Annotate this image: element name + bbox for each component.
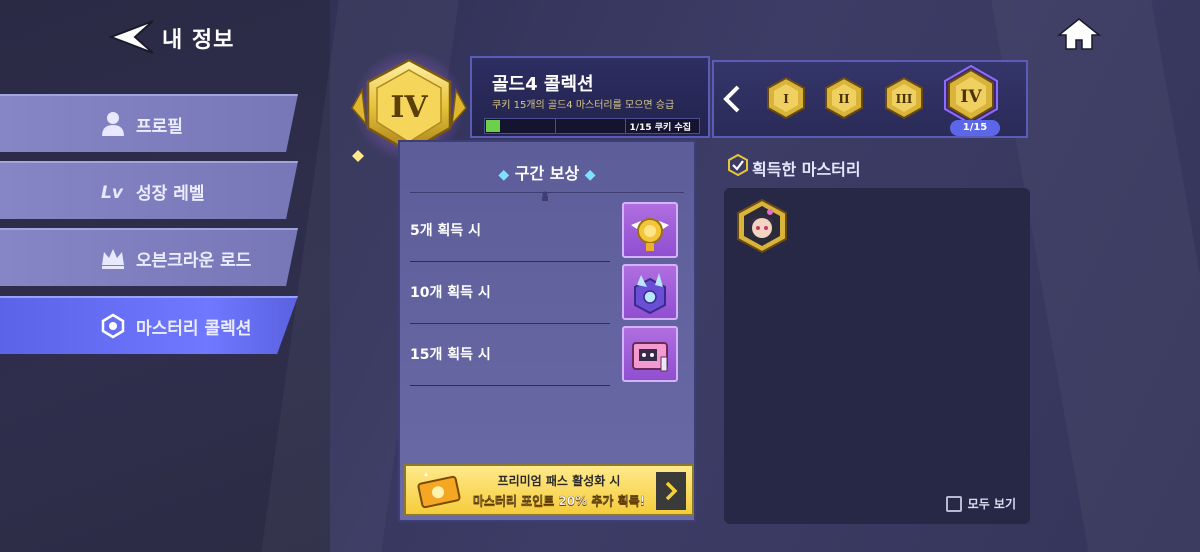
tier-badge-2[interactable]: II xyxy=(822,76,866,120)
progress-divider xyxy=(555,119,556,133)
pink-chest-icon xyxy=(632,342,668,372)
tier-label: IV xyxy=(960,87,982,107)
mastery-icon xyxy=(100,313,126,339)
acquired-mastery-panel: 모두 보기 xyxy=(724,188,1030,524)
gold-badge-icon: III xyxy=(885,76,923,120)
acquired-title: 획득한 마스터리 xyxy=(752,160,861,179)
row-divider xyxy=(410,385,610,386)
gold-badge-icon: IV xyxy=(944,64,998,126)
reward-title: ◆ 구간 보상 ◆ xyxy=(400,160,694,184)
reward-row: 10개 획득 시 xyxy=(410,264,680,324)
diamond-icon: ◆ xyxy=(584,167,596,183)
sidebar-item-label: 마스터리 콜렉션 xyxy=(136,318,252,339)
collection-description: 쿠키 15개의 골드4 마스터리를 모으면 승급 xyxy=(492,100,675,111)
tier-badge-4-active[interactable]: IV xyxy=(940,64,1002,126)
lv-icon: Lv xyxy=(100,178,126,204)
progress-fill xyxy=(486,120,500,132)
view-all-toggle[interactable]: 모두 보기 xyxy=(945,495,1016,512)
premium-line-1: 프리미엄 패스 활성화 시 xyxy=(497,474,621,488)
home-button[interactable] xyxy=(1056,16,1102,52)
sidebar-item-mastery-collection[interactable]: 마스터리 콜렉션 xyxy=(0,296,298,354)
collection-progress-bar: 1/15 쿠키 수집 xyxy=(484,118,700,134)
reward-row-label: 15개 획득 시 xyxy=(410,347,491,363)
tier-numeral: IV xyxy=(390,90,428,125)
reward-row-label: 10개 획득 시 xyxy=(410,285,491,301)
progress-text: 1/15 쿠키 수집 xyxy=(629,123,691,133)
cookie-silhouette-icon xyxy=(540,186,550,201)
gold-badge-icon: II xyxy=(825,76,863,120)
sidebar-item-label: 프로필 xyxy=(136,116,183,137)
tier-prev-button[interactable] xyxy=(722,84,742,114)
ticket-icon xyxy=(416,470,462,512)
cookie-mastery-badge-icon xyxy=(737,198,787,254)
tier-badge-3[interactable]: III xyxy=(882,76,926,120)
reward-item-pink-chest[interactable] xyxy=(622,326,678,382)
reward-item-crystal-box[interactable] xyxy=(622,264,678,320)
row-divider xyxy=(410,323,610,324)
back-arrow-icon xyxy=(108,20,154,54)
sidebar-item-label: 성장 레벨 xyxy=(136,183,205,204)
premium-go-button[interactable] xyxy=(656,472,686,510)
progress-divider xyxy=(625,119,626,133)
sidebar-item-oven-crown-road[interactable]: 오븐크라운 로드 xyxy=(0,228,298,286)
acquired-mastery-item[interactable] xyxy=(734,198,790,254)
person-icon xyxy=(100,111,126,137)
page-title: 내 정보 xyxy=(162,28,235,53)
crown-icon xyxy=(100,245,126,271)
reward-row-label: 5개 획득 시 xyxy=(410,223,482,239)
reward-title-text: 구간 보상 xyxy=(514,164,580,183)
reward-row: 15개 획득 시 xyxy=(410,326,680,386)
crystal-box-icon xyxy=(634,273,666,315)
checkbox[interactable] xyxy=(945,495,962,512)
diamond-icon: ◆ xyxy=(498,167,510,183)
mastery-check-icon xyxy=(728,153,748,177)
tier-selector: I II III IV 1/15 xyxy=(712,60,1028,138)
premium-line-2: 마스터리 포인트 20% 추가 획득! xyxy=(472,494,646,508)
gold-badge-icon: I xyxy=(767,76,805,120)
sidebar-item-growth-level[interactable]: Lv 성장 레벨 xyxy=(0,161,298,219)
reward-item-winged-medal[interactable] xyxy=(622,202,678,258)
tier-label: II xyxy=(838,92,850,106)
tier-count-badge: 1/15 xyxy=(950,120,1000,136)
tier-label: III xyxy=(896,92,913,106)
svg-text:Lv: Lv xyxy=(101,183,124,203)
reward-row: 5개 획득 시 xyxy=(410,202,680,262)
tier-label: I xyxy=(783,92,789,106)
reward-panel: ◆ 구간 보상 ◆ 5개 획득 시 10개 획득 시 15개 획득 시 프리미엄… xyxy=(398,140,696,522)
row-divider xyxy=(410,261,610,262)
sidebar-item-label: 오븐크라운 로드 xyxy=(136,250,252,271)
collection-header: 골드4 콜렉션 쿠키 15개의 골드4 마스터리를 모으면 승급 1/15 쿠키… xyxy=(470,56,710,138)
premium-pass-banner[interactable]: 프리미엄 패스 활성화 시 마스터리 포인트 20% 추가 획득! xyxy=(404,464,694,516)
chevron-right-icon xyxy=(665,481,678,501)
tier-badge-1[interactable]: I xyxy=(764,76,808,120)
collection-title: 골드4 콜렉션 xyxy=(492,74,594,95)
sidebar-item-profile[interactable]: 프로필 xyxy=(0,94,298,152)
view-all-label: 모두 보기 xyxy=(967,497,1016,511)
back-button[interactable] xyxy=(100,12,160,62)
home-icon xyxy=(1056,18,1102,50)
chevron-left-icon xyxy=(723,85,740,113)
winged-medal-icon xyxy=(631,218,669,251)
